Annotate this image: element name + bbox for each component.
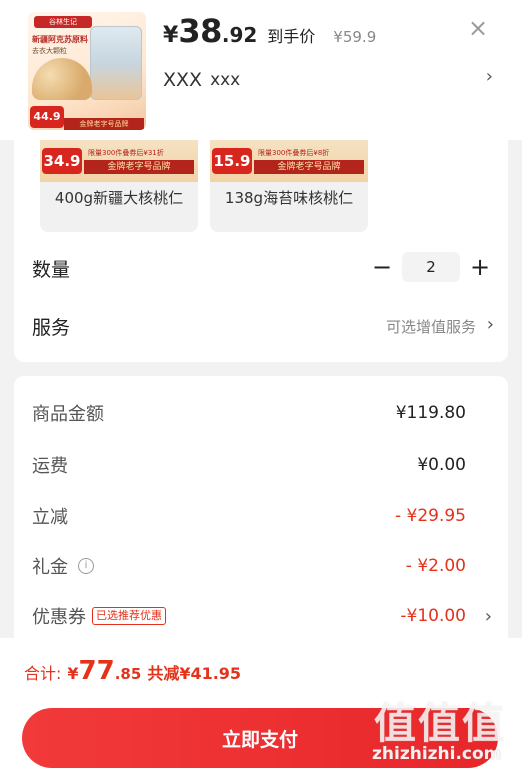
coupon-label: 优惠券	[32, 607, 86, 628]
variant-option[interactable]: 15.9 限量300件叠券后¥8折 金牌老字号品牌 138g海苔味核桃仁	[210, 140, 368, 232]
quantity-row: 数量 − +	[32, 246, 494, 290]
gift-money-value: - ¥2.00	[405, 556, 466, 576]
goods-amount-value: ¥119.80	[395, 403, 466, 423]
options-card: 34.9 限量300件叠券后¥31折 金牌老字号品牌 400g新疆大核桃仁 15…	[14, 140, 508, 362]
price-decimal: .92	[221, 23, 258, 47]
price-integer: 38	[178, 12, 222, 50]
minus-button[interactable]: −	[368, 253, 396, 281]
service-row[interactable]: 服务 可选增值服务 ›	[32, 304, 494, 348]
brand-logo: 谷林生记	[34, 16, 92, 28]
total-row: 合计: ¥ 77 .85 共减¥41.95	[24, 656, 241, 686]
price-row: ¥ 38 .92 到手价 ¥59.9	[163, 12, 376, 52]
variant-option[interactable]: 34.9 限量300件叠券后¥31折 金牌老字号品牌 400g新疆大核桃仁	[40, 140, 198, 232]
spec-secondary: xxx	[210, 70, 241, 90]
goods-amount-row: 商品金额 ¥119.80	[32, 398, 492, 428]
gift-money-row: 礼金 i - ¥2.00	[32, 551, 492, 581]
instant-discount-value: - ¥29.95	[394, 506, 466, 526]
total-decimal: .85	[114, 665, 142, 683]
coupon-badge: 已选推荐优惠	[92, 607, 166, 625]
total-label: 合计:	[24, 664, 62, 683]
variant-promo: 限量300件叠券后¥31折	[88, 149, 164, 157]
shipping-label: 运费	[32, 456, 68, 477]
variant-promo: 限量300件叠券后¥8折	[258, 149, 330, 157]
total-saved: 共减¥41.95	[147, 664, 242, 683]
instant-discount-label: 立减	[32, 507, 68, 528]
service-value: 可选增值服务	[385, 318, 476, 336]
variant-brand-tag: 金牌老字号品牌	[84, 160, 194, 174]
plus-button[interactable]: +	[466, 253, 494, 281]
thumbnail-price-badge: 44.9	[30, 106, 64, 128]
gift-money-label: 礼金	[32, 557, 68, 578]
chevron-right-icon: ›	[485, 66, 493, 87]
coupon-row[interactable]: 优惠券 已选推荐优惠 -¥10.00 ›	[32, 601, 492, 631]
chevron-right-icon: ›	[486, 314, 494, 335]
shipping-row: 运费 ¥0.00	[32, 450, 492, 480]
spec-primary: XXX	[163, 69, 203, 91]
instant-discount-row: 立减 - ¥29.95	[32, 501, 492, 531]
checkout-footer: 合计: ¥ 77 .85 共减¥41.95 立即支付	[0, 638, 522, 773]
goods-amount-label: 商品金额	[32, 404, 104, 425]
quantity-label: 数量	[32, 258, 71, 281]
quantity-input[interactable]	[402, 252, 460, 282]
thumbnail-headline: 新疆阿克苏原料	[32, 35, 88, 44]
quantity-stepper: − +	[368, 252, 494, 282]
pay-now-button[interactable]: 立即支付	[22, 708, 498, 768]
variant-price-badge: 15.9	[212, 148, 252, 174]
variant-name: 400g新疆大核桃仁	[54, 189, 184, 207]
currency-symbol: ¥	[163, 23, 179, 48]
thumbnail-subline: 去衣大颗粒	[32, 47, 67, 55]
thumbnail-brand-tag: 金牌老字号品牌	[64, 118, 144, 130]
original-price: ¥59.9	[333, 28, 377, 46]
variant-price-badge: 34.9	[42, 148, 82, 174]
variant-brand-tag: 金牌老字号品牌	[254, 160, 364, 174]
total-currency: ¥	[67, 664, 79, 683]
product-thumbnail: 谷林生记 新疆阿克苏原料 去衣大颗粒 44.9 金牌老字号品牌	[28, 12, 146, 130]
variant-name: 138g海苔味核桃仁	[224, 189, 354, 207]
shipping-value: ¥0.00	[417, 455, 466, 475]
service-label: 服务	[32, 316, 71, 339]
close-icon[interactable]: ×	[464, 14, 492, 42]
chevron-right-icon: ›	[484, 605, 492, 627]
walnut-image	[32, 58, 92, 100]
price-summary-card: 商品金额 ¥119.80 运费 ¥0.00 立减 - ¥29.95 礼金 i -…	[14, 376, 508, 638]
coupon-value: -¥10.00	[400, 606, 466, 626]
selected-spec-row[interactable]: XXX xxx ›	[163, 62, 499, 98]
product-jar-image	[90, 26, 142, 100]
info-icon[interactable]: i	[78, 558, 94, 574]
total-integer: 77	[78, 656, 115, 686]
final-price-label: 到手价	[267, 27, 316, 46]
product-header: 谷林生记 新疆阿克苏原料 去衣大颗粒 44.9 金牌老字号品牌 ¥ 38 .92…	[0, 0, 522, 140]
